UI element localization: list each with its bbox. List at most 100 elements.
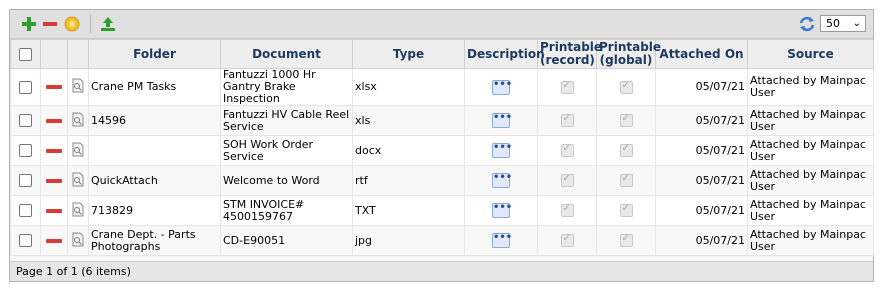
printable-global-cell (596, 68, 656, 106)
row-remove-cell (40, 68, 68, 106)
select-all-cell (10, 39, 41, 69)
row-remove-cell (40, 225, 68, 256)
row-checkbox[interactable] (19, 114, 32, 127)
description-ellipsis-button[interactable]: ••• (492, 143, 512, 158)
printable-record-checkbox (560, 203, 574, 217)
plus-icon[interactable] (20, 15, 38, 33)
row-checkbox[interactable] (19, 80, 32, 94)
remove-icon[interactable] (46, 178, 62, 183)
document-view-icon[interactable] (72, 142, 84, 160)
table-row[interactable]: Crane PM Tasks Fantuzzi 1000 Hr Gantry Br… (10, 68, 874, 106)
printable-global-cell (596, 195, 656, 226)
pager-text: Page 1 of 1 (6 items) (16, 265, 131, 278)
document-view-icon[interactable] (72, 232, 84, 250)
table-row[interactable]: 14596 Fantuzzi HV Cable Reel Service xls ••… (10, 105, 874, 136)
printable-record-cell (537, 165, 597, 196)
col-type[interactable]: Type (352, 39, 465, 69)
printable-record-cell (537, 195, 597, 226)
row-remove-cell (40, 165, 68, 196)
document-cell[interactable]: CD-E90051 (220, 225, 353, 256)
attached-on-cell: 05/07/21 (655, 195, 748, 226)
printable-global-checkbox (619, 173, 633, 187)
row-view-cell (67, 195, 89, 226)
description-cell: ••• (464, 105, 538, 136)
description-ellipsis-button[interactable]: ••• (492, 233, 512, 248)
printable-record-checkbox (560, 113, 574, 127)
document-cell[interactable]: Welcome to Word (220, 165, 353, 196)
row-remove-cell (40, 195, 68, 226)
folder-cell: Crane PM Tasks (88, 68, 221, 106)
description-ellipsis-button[interactable]: ••• (492, 173, 512, 188)
col-printable-global[interactable]: Printable (global) (596, 39, 661, 69)
folder-cell: 713829 (88, 195, 221, 226)
row-view-cell (67, 68, 89, 106)
row-view-cell (67, 225, 89, 256)
page-size-select[interactable]: 50 ⌄ (820, 15, 866, 32)
document-view-icon[interactable] (72, 112, 84, 130)
row-checkbox[interactable] (19, 174, 32, 187)
col-attached-on[interactable]: Attached On (655, 39, 748, 69)
description-ellipsis-button[interactable]: ••• (492, 203, 512, 218)
table-row[interactable]: Crane Dept. - Parts Photographs CD-E90051… (10, 225, 874, 256)
printable-global-checkbox (619, 203, 633, 217)
toolbar: 50 ⌄ (10, 10, 873, 39)
folder-cell (88, 135, 221, 166)
document-cell[interactable]: Fantuzzi 1000 Hr Gantry Brake Inspection (220, 68, 353, 106)
row-remove-cell (40, 135, 68, 166)
upload-icon[interactable] (99, 15, 117, 33)
col-source[interactable]: Source (747, 39, 874, 69)
remove-icon[interactable] (46, 148, 62, 153)
folder-cell: 14596 (88, 105, 221, 136)
document-view-icon[interactable] (72, 78, 84, 96)
attached-on-cell: 05/07/21 (655, 105, 748, 136)
row-select-cell (10, 105, 41, 136)
table-row[interactable]: QuickAttachWelcome to Wordrtf ••• 05/07/21… (10, 165, 874, 196)
row-select-cell (10, 68, 41, 106)
document-cell[interactable]: Fantuzzi HV Cable Reel Service (220, 105, 353, 136)
row-select-cell (10, 135, 41, 166)
description-cell: ••• (464, 225, 538, 256)
document-cell[interactable]: STM INVOICE# 4500159767 (220, 195, 353, 226)
gear-icon[interactable] (63, 15, 81, 33)
col-description[interactable]: Description (464, 39, 545, 69)
attached-on-cell: 05/07/21 (655, 68, 748, 106)
attached-on-cell: 05/07/21 (655, 225, 748, 256)
toolbar-separator (90, 15, 91, 33)
type-cell: jpg (352, 225, 465, 256)
row-checkbox[interactable] (19, 234, 32, 247)
row-checkbox[interactable] (19, 204, 32, 217)
printable-global-checkbox (619, 80, 633, 94)
printable-global-checkbox (619, 143, 633, 157)
remove-icon[interactable] (46, 208, 62, 213)
document-view-icon[interactable] (72, 172, 84, 190)
col-printable-record[interactable]: Printable (record) (537, 39, 602, 69)
refresh-icon[interactable] (798, 15, 816, 33)
chevron-down-icon: ⌄ (852, 18, 861, 29)
table-header-row: Folder Document Type Description Printab… (10, 39, 874, 69)
source-cell: Attached by Mainpac User (747, 165, 874, 196)
description-ellipsis-button[interactable]: ••• (492, 79, 512, 95)
remove-icon[interactable] (46, 238, 62, 243)
document-view-icon[interactable] (72, 202, 84, 220)
description-cell: ••• (464, 68, 538, 106)
type-cell: xlsx (352, 68, 465, 106)
row-view-cell (67, 135, 89, 166)
printable-record-cell (537, 105, 597, 136)
folder-cell: Crane Dept. - Parts Photographs (88, 225, 221, 256)
attachments-table: Folder Document Type Description Printab… (10, 39, 874, 256)
type-cell: rtf (352, 165, 465, 196)
select-all-checkbox[interactable] (19, 47, 32, 61)
col-folder[interactable]: Folder (88, 39, 221, 69)
remove-icon[interactable] (46, 118, 62, 123)
remove-icon[interactable] (46, 85, 62, 89)
type-cell: xls (352, 105, 465, 136)
document-cell[interactable]: SOH Work Order Service (220, 135, 353, 166)
minus-icon[interactable] (41, 15, 59, 33)
row-checkbox[interactable] (19, 144, 32, 157)
table-row[interactable]: 713829STM INVOICE# 4500159767TXT ••• 05/07… (10, 195, 874, 226)
table-row[interactable]: SOH Work Order Servicedocx ••• 05/07/21Att… (10, 135, 874, 166)
source-cell: Attached by Mainpac User (747, 68, 874, 106)
col-document[interactable]: Document (220, 39, 353, 69)
description-ellipsis-button[interactable]: ••• (492, 113, 512, 128)
source-cell: Attached by Mainpac User (747, 195, 874, 226)
